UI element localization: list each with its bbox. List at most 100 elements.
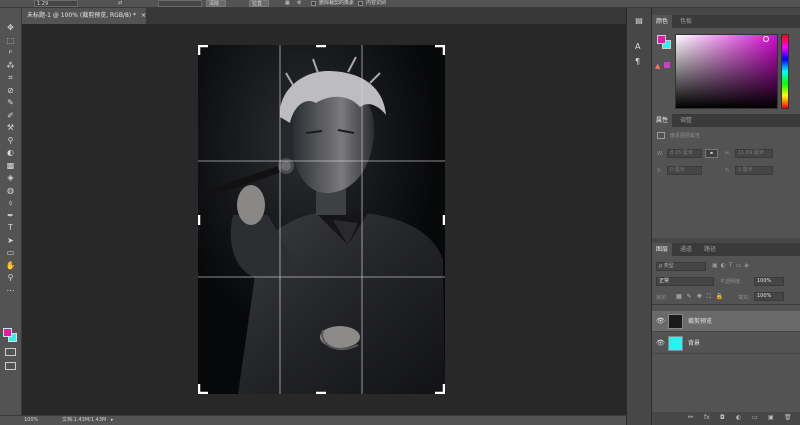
delete-layer-icon[interactable]: 🗑 xyxy=(784,414,792,421)
picker-cursor[interactable] xyxy=(763,36,769,42)
y-input[interactable]: 0 厘米 xyxy=(735,166,773,175)
swap-icon[interactable]: ⇄ xyxy=(118,0,122,6)
content-aware-checkbox[interactable] xyxy=(358,1,363,6)
lasso-tool-icon[interactable]: ᵖ xyxy=(4,47,17,59)
width-input[interactable]: 8.26 厘米 xyxy=(667,149,702,158)
gradient-tool-icon[interactable]: ▩ xyxy=(4,160,17,172)
y-label: Y: xyxy=(725,168,730,174)
brush-tool-icon[interactable]: ✐ xyxy=(4,110,17,122)
height-field[interactable] xyxy=(158,0,202,7)
paragraph-icon[interactable]: ¶ xyxy=(635,57,640,66)
content-aware-label: 内容识别 xyxy=(366,0,387,6)
fill-label: 填充: xyxy=(738,295,750,301)
grid-overlay-icon[interactable]: ▦ xyxy=(285,0,290,6)
close-tab-icon[interactable]: × xyxy=(141,12,146,19)
clear-button[interactable]: 清除 xyxy=(206,0,226,7)
move-tool-icon[interactable]: ✥ xyxy=(4,22,17,34)
clone-stamp-icon[interactable]: ⚒ xyxy=(4,122,17,134)
status-arrow-icon[interactable]: ▸ xyxy=(111,416,114,425)
adjustment-layer-icon[interactable]: ◐ xyxy=(736,414,741,421)
quick-select-icon[interactable]: ⁂ xyxy=(4,60,17,72)
screen-mode-icon[interactable] xyxy=(5,362,16,370)
layer-filter-select[interactable]: ρ 类型 xyxy=(656,262,706,271)
character-icon[interactable]: A xyxy=(635,42,640,51)
link-dimensions-icon[interactable]: ⚭ xyxy=(705,149,718,158)
w-label: W: xyxy=(657,151,664,157)
direct-select-icon[interactable]: ➤ xyxy=(4,235,17,247)
quick-mask-icon[interactable] xyxy=(5,348,16,356)
width-field[interactable]: 1.29 xyxy=(34,0,78,7)
layer-filter-icons[interactable]: ▣◐T▭◈ xyxy=(712,262,752,269)
hue-slider[interactable] xyxy=(781,34,789,109)
delete-cropped-checkbox[interactable] xyxy=(311,1,316,6)
visibility-eye-icon[interactable]: 👁 xyxy=(656,317,665,325)
document-tab[interactable]: 未标题-1 @ 100% (裁剪预览, RGB/8) * × xyxy=(22,8,146,24)
tab-properties[interactable]: 属性 xyxy=(652,114,673,127)
history-icon[interactable]: ▤ xyxy=(631,16,647,34)
tool-foreground-color[interactable] xyxy=(3,328,12,337)
singer-photo xyxy=(198,45,445,394)
layer-thumbnail xyxy=(668,336,683,351)
zoom-level[interactable]: 100% xyxy=(24,416,38,425)
link-layers-icon[interactable]: ⚯ xyxy=(688,414,693,421)
healing-brush-icon[interactable]: ✎ xyxy=(4,97,17,109)
settings-icon[interactable]: ⚙ xyxy=(297,0,301,6)
tab-channels[interactable]: 通道 xyxy=(676,243,696,256)
document-tab-title: 未标题-1 @ 100% (裁剪预览, RGB/8) * xyxy=(27,12,137,19)
add-mask-icon[interactable]: ◘ xyxy=(720,414,725,421)
tools-panel: ✥ ⬚ ᵖ ⁂ ⌗ ⊘ ✎ ✐ ⚒ ⚲ ◐ ▩ ◈ ◍ ⬨ ✒ T ➤ ▭ ✋ ⚲ ⋯ xyxy=(0,8,22,415)
type-tool-icon[interactable]: T xyxy=(4,222,17,234)
new-layer-icon[interactable]: ▣ xyxy=(768,414,774,421)
fx-icon[interactable]: fx xyxy=(704,414,710,421)
pen-tool-icon[interactable]: ⬨ xyxy=(4,197,17,209)
lock-icons[interactable]: ▦✎✥⛶🔒 xyxy=(676,293,728,301)
fill-input[interactable]: 100% xyxy=(754,292,784,301)
layer-row-crop-preview[interactable]: 👁 裁剪预览 xyxy=(652,311,800,332)
tab-swatches[interactable]: 色板 xyxy=(676,15,696,28)
layers-bottom-bar: ⚯ fx ◘ ◐ ▭ ▣ 🗑 xyxy=(652,412,800,425)
blend-mode-select[interactable]: 正常 xyxy=(656,277,714,286)
height-input[interactable]: 11.69 厘米 xyxy=(735,149,773,158)
foreground-swatch[interactable] xyxy=(657,35,666,44)
photo-canvas[interactable] xyxy=(198,45,445,394)
x-input[interactable]: 0 厘米 xyxy=(667,166,702,175)
properties-header: 像素图层属性 xyxy=(670,133,701,139)
marquee-tool-icon[interactable]: ⬚ xyxy=(4,35,17,47)
properties-panel: 像素图层属性 W: 8.26 厘米 ⚭ H: 11.69 厘米 X: 0 厘米 … xyxy=(652,127,800,238)
new-group-icon[interactable]: ▭ xyxy=(752,414,758,421)
opacity-input[interactable]: 100% xyxy=(754,277,784,286)
path-select-icon[interactable]: ✒ xyxy=(4,210,17,222)
doc-info: 文档:1.43M/1.43M xyxy=(62,417,107,423)
tab-adjustments[interactable]: 调整 xyxy=(676,114,696,127)
straighten-button-label: 拉直 xyxy=(252,1,263,7)
document-tab-bar: 未标题-1 @ 100% (裁剪预览, RGB/8) * × xyxy=(22,8,626,24)
history-brush-icon[interactable]: ⚲ xyxy=(4,135,17,147)
blur-tool-icon[interactable]: ◈ xyxy=(4,172,17,184)
eyedropper-icon[interactable]: ⊘ xyxy=(4,85,17,97)
shape-tool-icon[interactable]: ▭ xyxy=(4,247,17,259)
tab-paths[interactable]: 路径 xyxy=(700,243,720,256)
crop-tool-icon[interactable]: ⌗ xyxy=(4,72,17,84)
zoom-tool-icon[interactable]: ⚲ xyxy=(4,272,17,284)
tab-color[interactable]: 颜色 xyxy=(652,15,673,28)
layer-name: 背景 xyxy=(688,340,701,347)
visibility-eye-icon[interactable]: 👁 xyxy=(656,339,665,347)
color-picker-field[interactable] xyxy=(675,34,778,109)
more-tools-icon[interactable]: ⋯ xyxy=(4,285,17,297)
picker-shade-layer xyxy=(676,35,777,108)
gamut-warning-icon[interactable]: ▲ xyxy=(655,62,660,70)
layers-divider xyxy=(652,304,800,305)
layers-panel: ρ 类型 ▣◐T▭◈ 正常 不透明度: 100% 锁定: ▦✎✥⛶🔒 填充: 1… xyxy=(652,256,800,425)
web-color-icon[interactable] xyxy=(664,62,670,68)
clear-button-label: 清除 xyxy=(209,1,220,7)
x-label: X: xyxy=(657,168,663,174)
eraser-icon[interactable]: ◐ xyxy=(4,147,17,159)
dodge-tool-icon[interactable]: ◍ xyxy=(4,185,17,197)
status-bar: 100% 文档:1.43M/1.43M ▸ xyxy=(0,415,626,425)
straighten-button[interactable]: 拉直 xyxy=(249,0,269,7)
hand-tool-icon[interactable]: ✋ xyxy=(4,260,17,272)
tab-layers[interactable]: 图层 xyxy=(652,243,673,256)
pixel-layer-icon xyxy=(657,132,665,139)
layer-row-background[interactable]: 👁 背景 xyxy=(652,333,800,354)
right-panels: 颜色 色板 ▲ 属性 调整 像素图层属性 W: 8.26 厘米 ⚭ H: 11.… xyxy=(651,8,800,425)
